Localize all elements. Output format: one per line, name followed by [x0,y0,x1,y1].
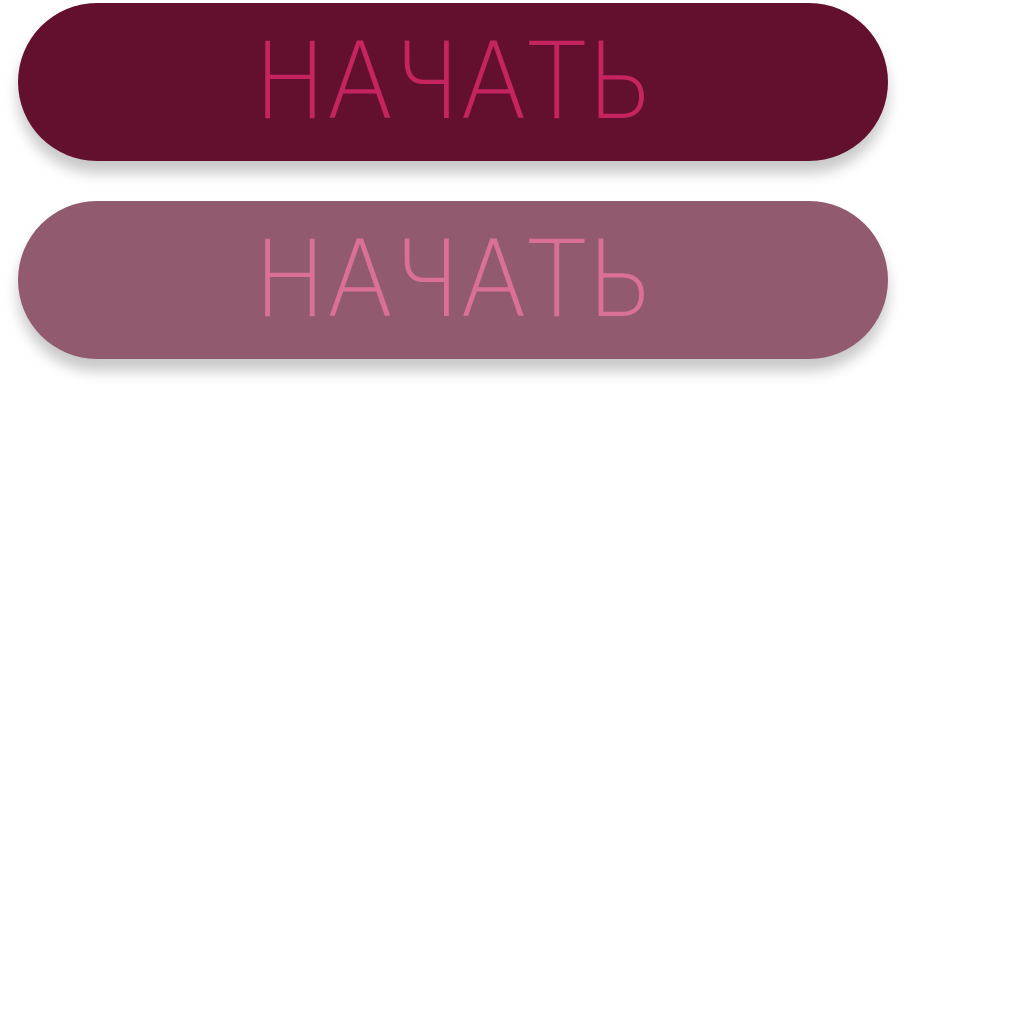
start-button[interactable]: НАЧАТЬ [18,3,888,161]
start-button-faded-label: НАЧАТЬ [252,218,654,341]
start-button-faded[interactable]: НАЧАТЬ [18,201,888,359]
canvas: НАЧАТЬ НАЧАТЬ [0,0,1024,1024]
start-button-label: НАЧАТЬ [252,20,654,143]
